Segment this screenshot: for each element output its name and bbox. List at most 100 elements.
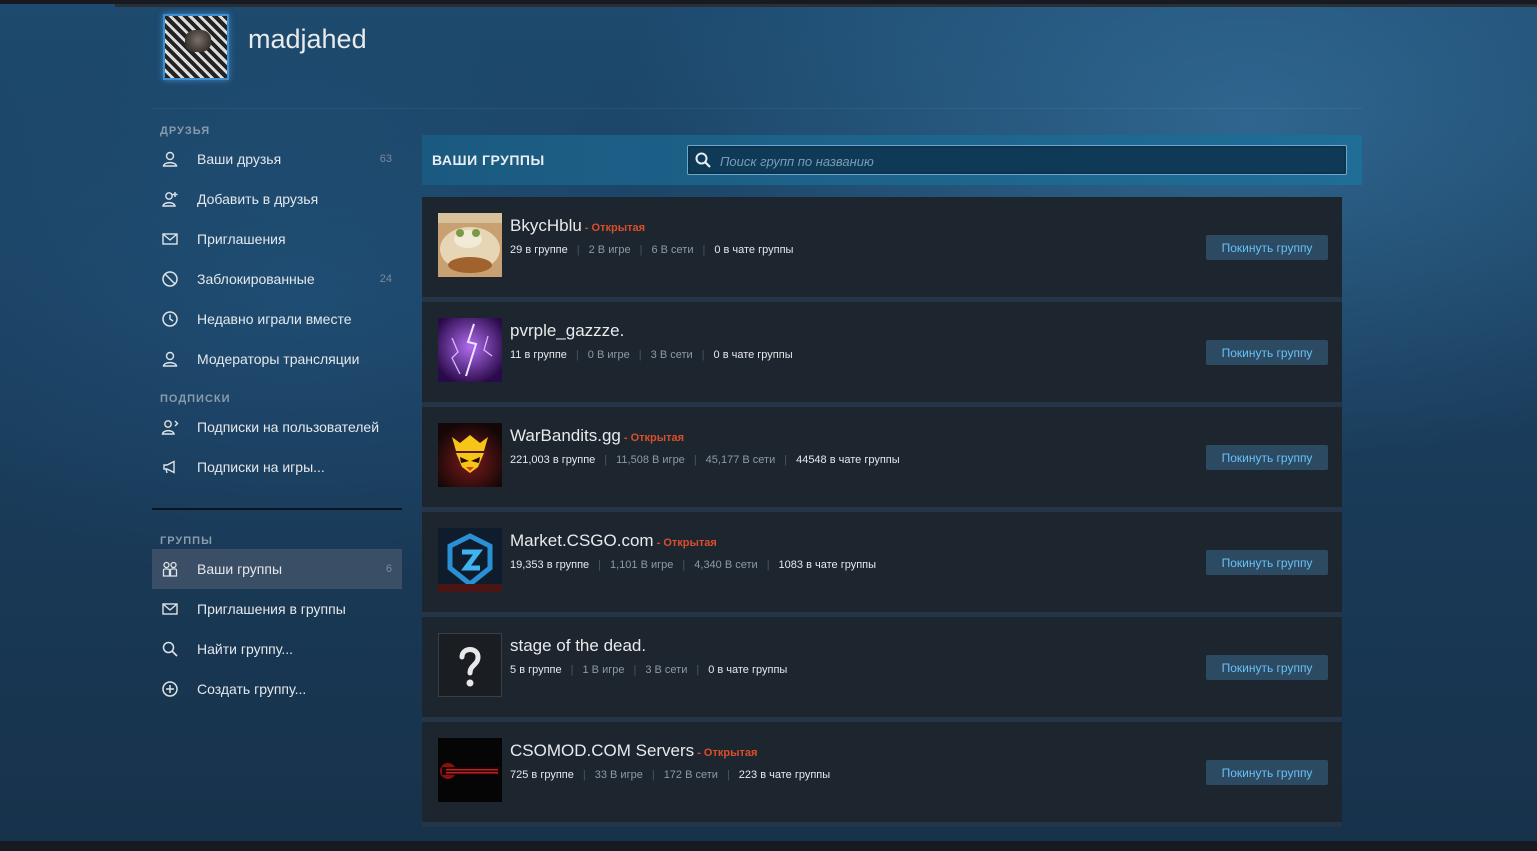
warbandits-logo-avatar[interactable] — [438, 423, 502, 487]
members-count: 29 — [510, 244, 523, 256]
group-search-box[interactable] — [687, 145, 1347, 175]
online-count: 3 — [645, 664, 652, 676]
search-icon — [694, 151, 712, 174]
group-name-text: BkycHblu — [510, 216, 582, 235]
stat-separator: | — [604, 454, 608, 466]
stat-separator: | — [784, 454, 788, 466]
in-chat-count: 1083 — [778, 559, 804, 571]
sidebar-item-invites[interactable]: Приглашения — [152, 219, 402, 259]
members-label: в группе — [519, 664, 562, 676]
sidebar-item-friends[interactable]: Ваши друзья 63 — [152, 139, 402, 179]
profile-username[interactable]: madjahed — [248, 24, 367, 55]
online-count: 3 — [650, 349, 657, 361]
group-card: BkycHblu - Открытая 29 в группе | 2 В игре |… — [422, 197, 1342, 302]
leave-group-button[interactable]: Покинуть группу — [1206, 760, 1328, 785]
members-count: 5 — [510, 664, 517, 676]
friends-section-title: ДРУЗЬЯ — [160, 125, 211, 137]
leave-group-button[interactable]: Покинуть группу — [1206, 445, 1328, 470]
stat-separator: | — [766, 559, 770, 571]
in-game-label: В игре — [640, 559, 674, 571]
search-icon — [160, 639, 180, 659]
online-count: 45,177 — [705, 454, 740, 466]
group-name[interactable]: pvrple_gazzze. — [510, 321, 624, 341]
bottom-bar — [0, 841, 1537, 851]
leave-group-button[interactable]: Покинуть группу — [1206, 550, 1328, 575]
stat-separator: | — [576, 244, 580, 256]
csomod-logo-avatar[interactable] — [438, 738, 502, 802]
in-chat-label: в чате группы — [806, 559, 877, 571]
sidebar-item-your-groups[interactable]: Ваши группы 6 — [152, 549, 402, 589]
members-label: в группе — [525, 244, 568, 256]
in-game-count: 2 — [588, 244, 595, 256]
group-open-badge: - Открытая — [656, 537, 717, 549]
market-csgo-logo-avatar[interactable] — [438, 528, 502, 592]
leave-group-button[interactable]: Покинуть группу — [1206, 655, 1328, 680]
megaphone-icon — [160, 457, 180, 477]
in-game-count: 1,101 — [610, 559, 638, 571]
profile-avatar[interactable] — [163, 14, 229, 80]
in-game-label: В игре — [652, 454, 685, 466]
group-open-badge: - Открытая — [697, 747, 758, 759]
person-icon — [160, 349, 180, 369]
in-game-label: В игре — [591, 664, 625, 676]
online-label: В сети — [742, 454, 776, 466]
stat-separator: | — [575, 349, 579, 361]
members-label: в группе — [546, 559, 590, 571]
online-label: В сети — [685, 769, 718, 781]
online-count: 172 — [663, 769, 683, 781]
sidebar-item-label: Найти группу... — [197, 641, 294, 657]
group-name[interactable]: WarBandits.gg - Открытая — [510, 426, 684, 446]
group-name[interactable]: Market.CSGO.com - Открытая — [510, 531, 717, 551]
stat-separator: | — [701, 349, 705, 361]
sidebar-item-add-friend[interactable]: Добавить в друзья — [152, 179, 402, 219]
sidebar-item-label: Заблокированные — [197, 271, 315, 287]
top-bar-line — [115, 4, 1537, 7]
sidebar-item-blocked[interactable]: Заблокированные 24 — [152, 259, 402, 299]
header-divider — [152, 108, 1362, 109]
group-name[interactable]: stage of the dead. — [510, 636, 646, 656]
sidebar-divider — [152, 508, 402, 510]
sidebar-item-create-group[interactable]: Создать группу... — [152, 669, 402, 709]
question-mark-avatar[interactable] — [438, 633, 502, 697]
envelope-icon — [160, 229, 180, 249]
members-label: в группе — [552, 454, 596, 466]
members-label: в группе — [524, 349, 567, 361]
in-game-count: 11,508 — [616, 454, 649, 466]
sidebar-item-recent-played[interactable]: Недавно играли вместе — [152, 299, 402, 339]
online-label: В сети — [654, 664, 688, 676]
groups-header: ВАШИ ГРУППЫ — [422, 135, 1362, 185]
members-count: 11 — [510, 349, 522, 361]
purple-lightning-avatar[interactable] — [438, 318, 502, 382]
sidebar-item-moderators[interactable]: Модераторы трансляции — [152, 339, 402, 379]
sidebar-item-label: Добавить в друзья — [197, 191, 319, 207]
group-card: pvrple_gazzze. 11 в группе | 0 В игре | 3 В … — [422, 302, 1342, 407]
sidebar-item-label: Ваши друзья — [197, 151, 282, 167]
in-chat-label: в чате группы — [723, 244, 794, 256]
leave-group-button[interactable]: Покинуть группу — [1206, 235, 1328, 260]
group-stats: 19,353 в группе | 1,101 В игре | 4,340 В сет… — [510, 559, 876, 571]
group-name-text: Market.CSGO.com — [510, 531, 654, 550]
group-name[interactable]: CSOMOD.COM Servers - Открытая — [510, 741, 757, 761]
sidebar-item-label: Создать группу... — [197, 681, 307, 697]
sidebar-item-followed-games[interactable]: Подписки на игры... — [152, 447, 402, 487]
in-chat-label: в чате группы — [722, 349, 793, 361]
add-friend-icon — [160, 189, 180, 209]
in-chat-count: 0 — [708, 664, 715, 676]
group-card: stage of the dead. 5 в группе | 1 В игре | 3… — [422, 617, 1342, 722]
sidebar-item-followed-users[interactable]: Подписки на пользователей — [152, 407, 402, 447]
stat-separator: | — [702, 244, 706, 256]
group-search-input[interactable] — [718, 150, 1322, 172]
food-avatar[interactable] — [438, 213, 502, 277]
online-label: В сети — [660, 244, 694, 256]
group-name[interactable]: BkycHblu - Открытая — [510, 216, 645, 236]
sidebar-item-find-group[interactable]: Найти группу... — [152, 629, 402, 669]
stat-separator: | — [696, 664, 700, 676]
leave-group-button[interactable]: Покинуть группу — [1206, 340, 1328, 365]
stat-separator: | — [638, 349, 642, 361]
members-count: 221,003 — [510, 454, 550, 466]
sidebar-item-label: Приглашения — [197, 231, 286, 247]
group-card: Market.CSGO.com - Открытая 19,353 в групп… — [422, 512, 1342, 617]
in-chat-count: 0 — [713, 349, 720, 361]
group-stats: 5 в группе | 1 В игре | 3 В сети | 0 в чате гр… — [510, 664, 787, 676]
sidebar-item-group-invites[interactable]: Приглашения в группы — [152, 589, 402, 629]
